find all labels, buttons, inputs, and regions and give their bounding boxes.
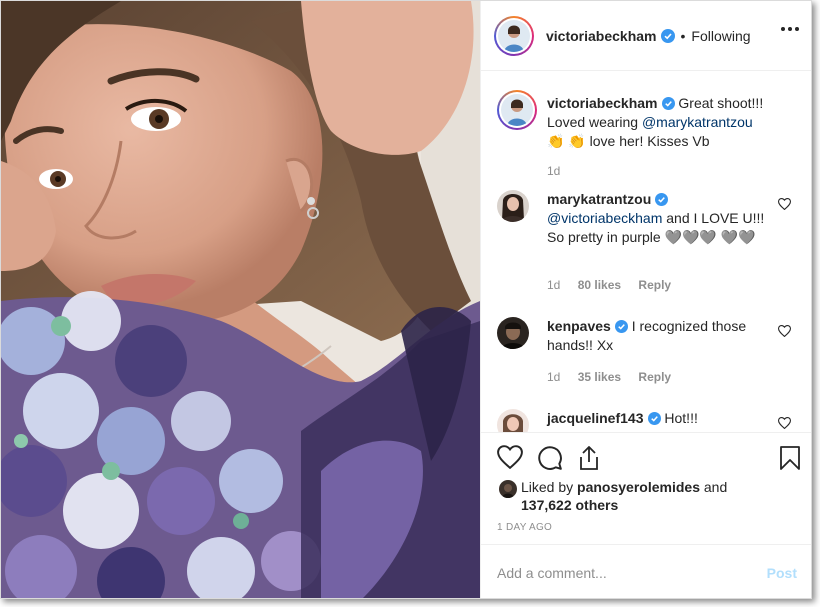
comment-form: Post: [481, 544, 811, 598]
comments-list[interactable]: victoriabeckham Great shoot!!! Loved wea…: [481, 72, 811, 432]
liked-by-and: and: [703, 479, 728, 495]
comment-username[interactable]: kenpaves: [547, 318, 611, 334]
comment-item: kenpaves I recognized those hands!! Xx 1…: [497, 317, 797, 397]
comment-body: kenpaves I recognized those hands!! Xx: [547, 317, 771, 355]
reply-button[interactable]: Reply: [638, 370, 671, 384]
avatar[interactable]: [497, 90, 537, 130]
mention-link[interactable]: @victoriabeckham: [547, 210, 662, 226]
avatar[interactable]: [497, 317, 529, 349]
post-window: victoriabeckham • Following victoriabeck…: [0, 0, 812, 599]
action-bar: [481, 432, 811, 482]
verified-badge-icon: [661, 97, 675, 110]
likes-count[interactable]: 137,622 others: [521, 497, 618, 513]
avatar[interactable]: [497, 409, 529, 432]
caption-comment: victoriabeckham Great shoot!!! Loved wea…: [497, 90, 797, 190]
comment-item: marykatrantzou @victoriabeckham and I LO…: [497, 190, 797, 300]
comment-text: 👏 👏 love her! Kisses Vb: [547, 133, 710, 149]
share-icon[interactable]: [577, 445, 601, 471]
comment-time[interactable]: 1d: [547, 370, 560, 384]
comment-username[interactable]: victoriabeckham: [547, 95, 658, 111]
more-options-icon[interactable]: [781, 27, 799, 31]
liked-by-prefix: Liked by: [521, 479, 574, 495]
comment-body: marykatrantzou @victoriabeckham and I LO…: [547, 190, 771, 247]
comment-likes[interactable]: 80 likes: [578, 278, 621, 292]
verified-badge-icon: [614, 320, 628, 333]
avatar[interactable]: [494, 15, 534, 56]
heart-icon[interactable]: [778, 198, 791, 210]
comment-text: Hot!!!: [664, 410, 698, 426]
comment-meta: 1d 80 likes Reply: [547, 278, 671, 292]
heart-icon[interactable]: [778, 325, 791, 337]
avatar[interactable]: [497, 190, 529, 222]
avatar-image: [501, 94, 533, 126]
comment-item: jacquelinef143 Hot!!!: [497, 409, 797, 432]
header-separator: •: [680, 27, 686, 44]
avatar-image: [497, 190, 529, 222]
comment-icon[interactable]: [537, 445, 563, 471]
mention-link[interactable]: @marykatrantzou: [642, 114, 753, 130]
post-button[interactable]: Post: [767, 565, 797, 581]
comment-body: jacquelinef143 Hot!!!: [547, 409, 771, 428]
avatar-image: [498, 19, 530, 52]
post-header: victoriabeckham • Following: [481, 1, 811, 71]
avatar-image: [497, 317, 529, 349]
verified-badge-icon: [660, 28, 675, 43]
comment-time[interactable]: 1d: [547, 278, 560, 292]
avatar-image: [497, 409, 529, 432]
post-sidebar: victoriabeckham • Following victoriabeck…: [480, 1, 811, 598]
comment-username[interactable]: jacquelinef143: [547, 410, 644, 426]
comment-username[interactable]: marykatrantzou: [547, 191, 651, 207]
comment-body: victoriabeckham Great shoot!!! Loved wea…: [547, 94, 771, 151]
liked-by-section: Liked by panosyerolemides and 137,622 ot…: [497, 478, 797, 514]
post-timestamp[interactable]: 1 DAY AGO: [497, 522, 552, 533]
selfie-image: [1, 1, 480, 598]
heart-icon[interactable]: [497, 445, 523, 469]
comment-meta: 1d: [547, 164, 560, 178]
heart-icon[interactable]: [778, 417, 791, 429]
header-username[interactable]: victoriabeckham: [546, 28, 657, 44]
comment-meta: 1d 35 likes Reply: [547, 370, 671, 384]
following-button[interactable]: Following: [691, 28, 750, 44]
comment-input[interactable]: [497, 564, 767, 581]
verified-badge-icon: [655, 193, 669, 206]
liker-avatar[interactable]: [499, 480, 517, 498]
verified-badge-icon: [647, 412, 661, 425]
liker-username[interactable]: panosyerolemides: [577, 479, 700, 495]
reply-button[interactable]: Reply: [638, 278, 671, 292]
bookmark-icon[interactable]: [779, 445, 801, 471]
comment-time[interactable]: 1d: [547, 164, 560, 178]
post-photo[interactable]: [1, 1, 480, 598]
comment-likes[interactable]: 35 likes: [578, 370, 621, 384]
